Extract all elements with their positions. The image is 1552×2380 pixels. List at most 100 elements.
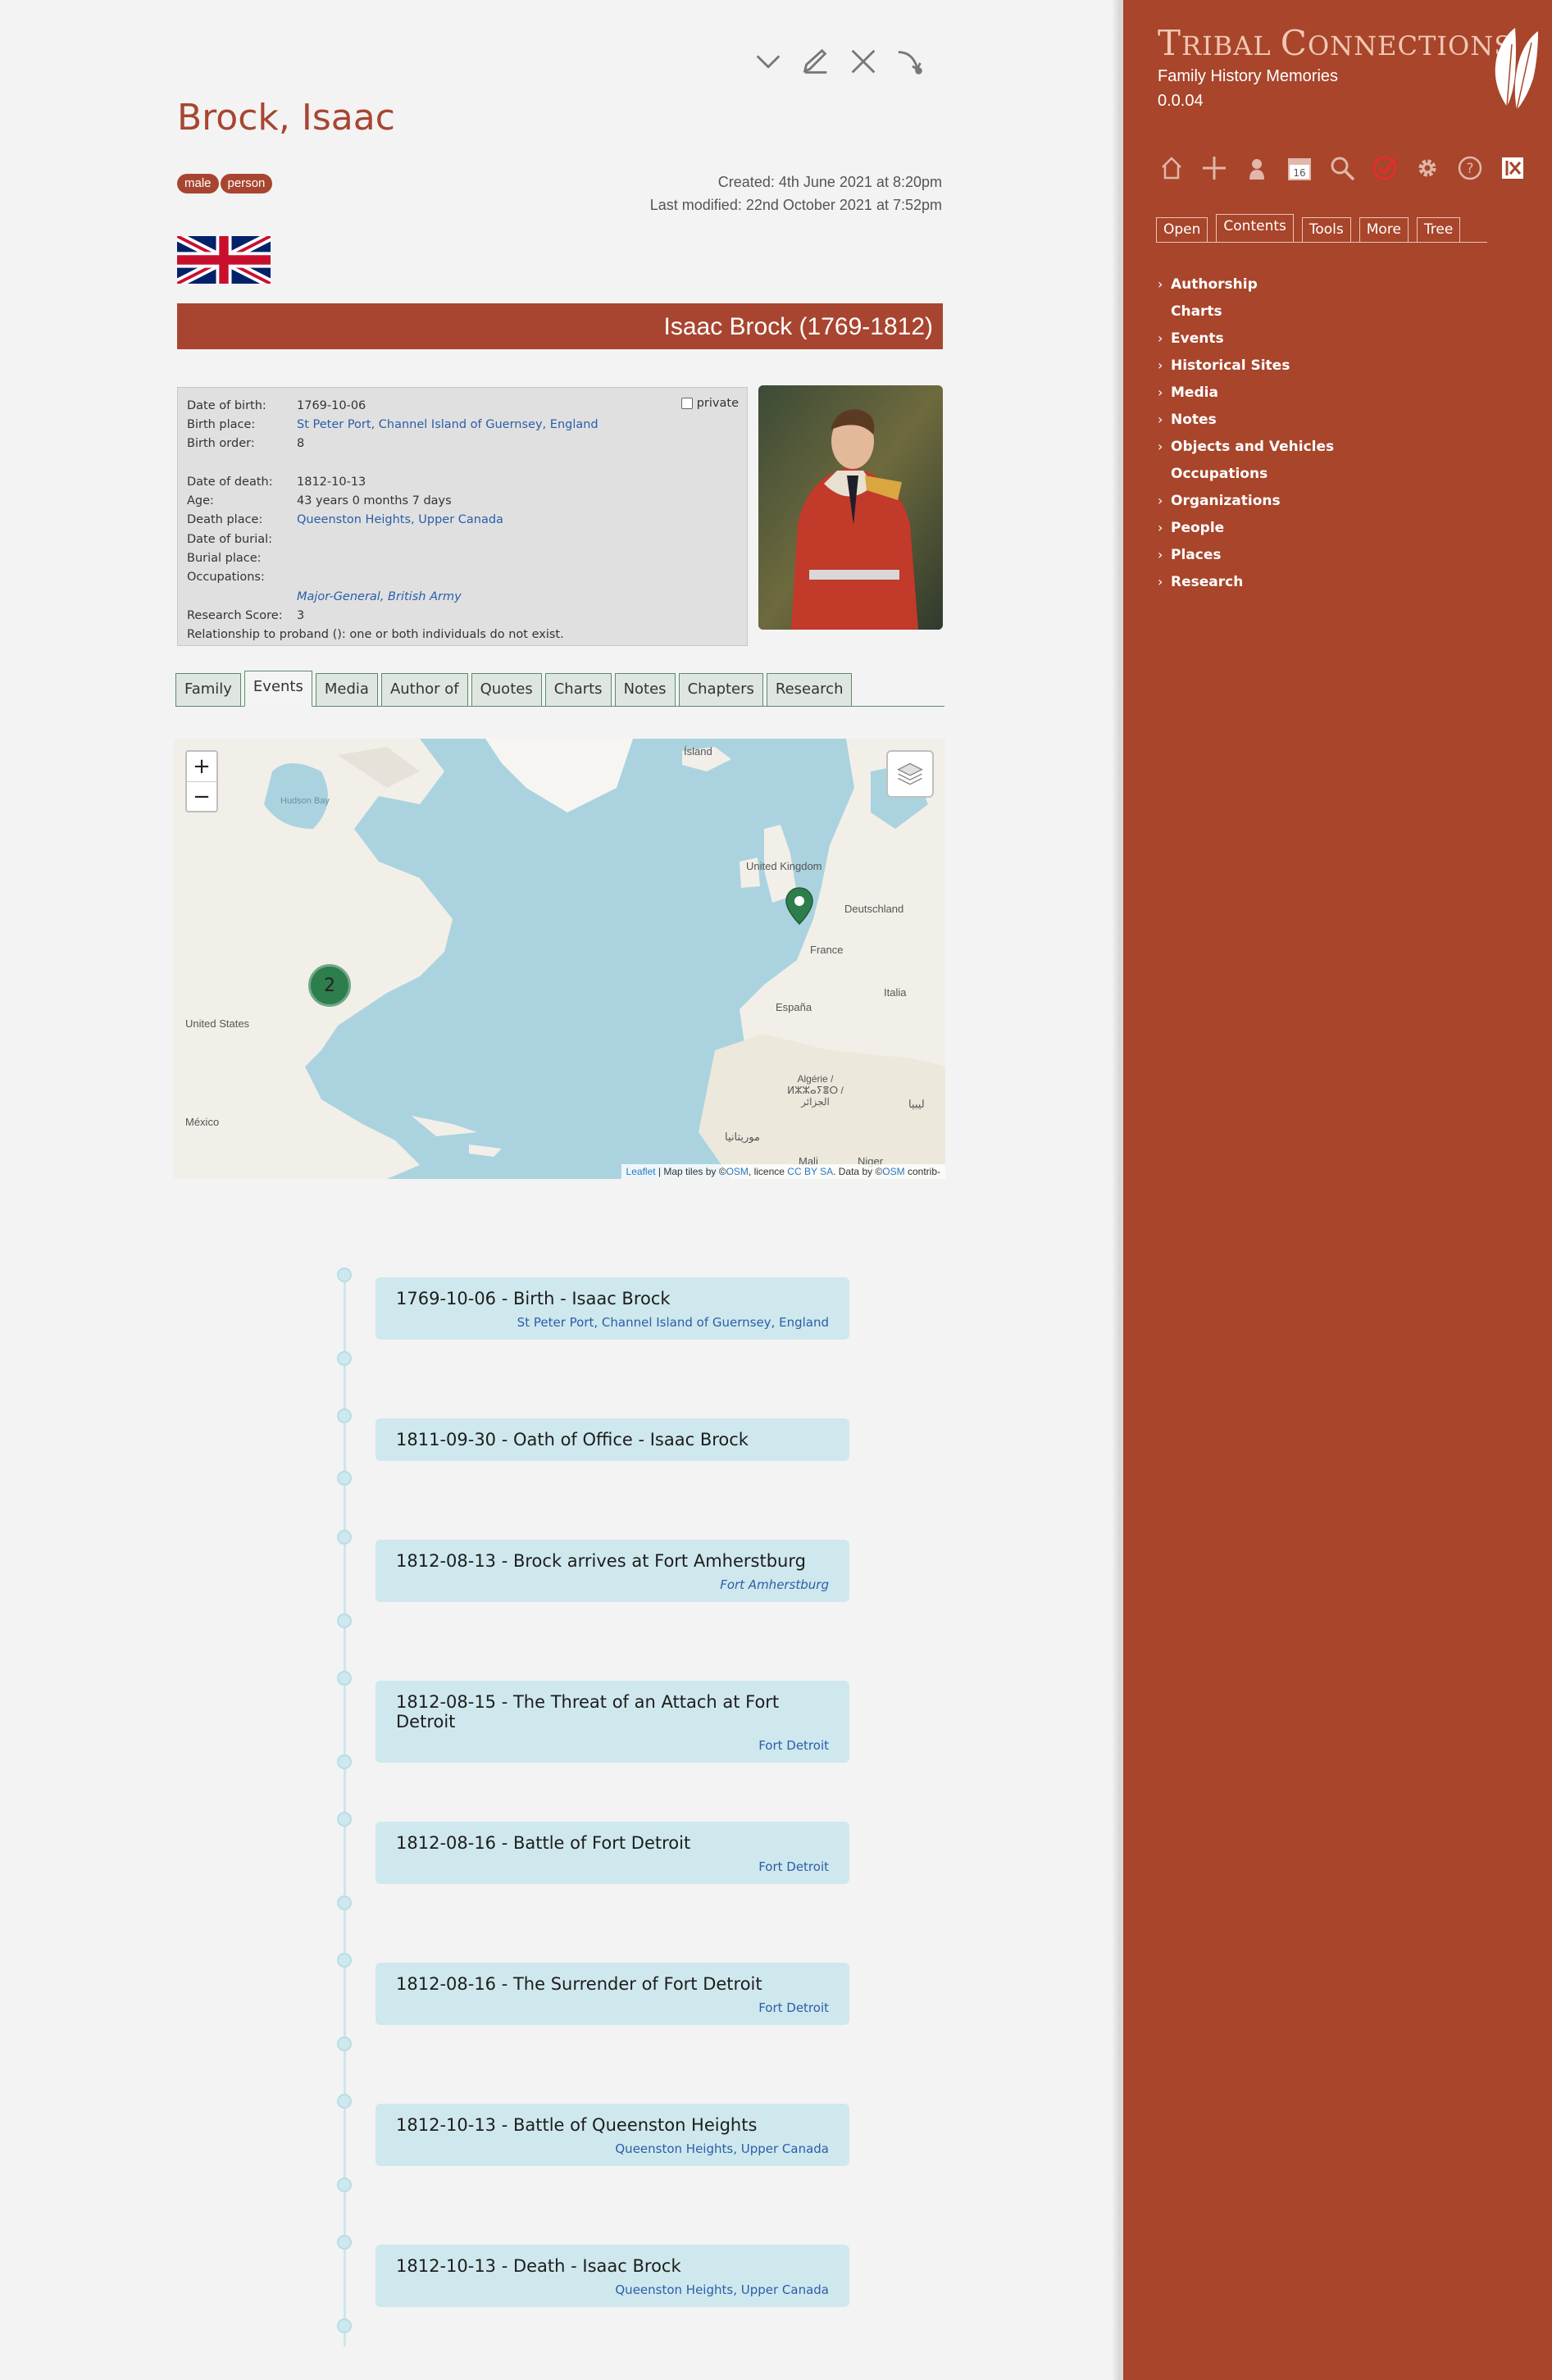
map-marker-icon[interactable] [785, 886, 814, 926]
tab-notes[interactable]: Notes [614, 673, 676, 706]
tree-item-label[interactable]: Charts [1171, 303, 1222, 320]
event-title[interactable]: 1812-08-16 - Battle of Fort Detroit [396, 1833, 829, 1853]
timeline-event[interactable]: 1812-08-16 - The Surrender of Fort Detro… [375, 1963, 849, 2025]
tree-item-authorship[interactable]: › Authorship [1158, 271, 1334, 298]
more-actions-button[interactable] [894, 45, 927, 78]
tab-quotes[interactable]: Quotes [471, 673, 542, 706]
tree-item-objects-vehicles[interactable]: › Objects and Vehicles [1158, 433, 1334, 460]
timeline-event[interactable]: 1812-10-13 - Death - Isaac Brock Queenst… [375, 2245, 849, 2307]
tab-events[interactable]: Events [243, 671, 312, 707]
event-title[interactable]: 1811-09-30 - Oath of Office - Isaac Broc… [396, 1430, 829, 1449]
chevron-right-icon[interactable]: › [1158, 439, 1171, 454]
deathplace-link[interactable]: Queenston Heights, Upper Canada [297, 513, 739, 526]
event-title[interactable]: 1812-10-13 - Death - Isaac Brock [396, 2256, 829, 2276]
occupation-link[interactable]: Major-General, British Army [297, 590, 739, 603]
tree-item-label[interactable]: Organizations [1171, 493, 1281, 509]
tab-research[interactable]: Research [766, 673, 853, 706]
event-title[interactable]: 1812-08-16 - The Surrender of Fort Detro… [396, 1974, 829, 1994]
timeline-event[interactable]: 1812-08-15 - The Threat of an Attach at … [375, 1681, 849, 1763]
osm-link[interactable]: OSM [726, 1166, 749, 1177]
tree-item-label[interactable]: Places [1171, 547, 1221, 563]
layers-button[interactable] [886, 750, 934, 798]
event-place-link[interactable]: Fort Detroit [396, 2000, 829, 2015]
tag-male[interactable]: male [177, 174, 219, 193]
marker-cluster[interactable]: 2 [308, 964, 351, 1007]
tree-item-label[interactable]: Authorship [1171, 276, 1258, 293]
portrait-image[interactable] [758, 385, 943, 630]
tab-chapters[interactable]: Chapters [678, 673, 763, 706]
private-checkbox[interactable] [680, 398, 693, 409]
tab-charts[interactable]: Charts [544, 673, 612, 706]
event-place-link[interactable]: St Peter Port, Channel Island of Guernse… [396, 1315, 829, 1330]
search-button[interactable] [1327, 152, 1358, 184]
birthplace-link[interactable]: St Peter Port, Channel Island of Guernse… [297, 418, 739, 431]
private-toggle[interactable]: private [680, 397, 739, 410]
sidebar-tab-tree[interactable]: Tree [1416, 217, 1461, 242]
fold-button[interactable] [752, 45, 785, 78]
tree-item-label[interactable]: Occupations [1171, 466, 1268, 482]
event-place-link[interactable]: Fort Amherstburg [396, 1577, 829, 1592]
event-place-link[interactable]: Fort Detroit [396, 1738, 829, 1753]
timeline-event[interactable]: 1812-08-16 - Battle of Fort Detroit Fort… [375, 1822, 849, 1884]
edit-button[interactable] [799, 45, 832, 78]
tree-item-historical-sites[interactable]: › Historical Sites [1158, 352, 1334, 379]
sidebar-tab-tools[interactable]: Tools [1301, 217, 1351, 242]
chevron-right-icon[interactable]: › [1158, 547, 1171, 562]
tab-media[interactable]: Media [315, 673, 378, 706]
tree-item-label[interactable]: Events [1171, 330, 1224, 347]
timeline-event[interactable]: 1769-10-06 - Birth - Isaac Brock St Pete… [375, 1277, 849, 1340]
tree-item-label[interactable]: Notes [1171, 412, 1217, 428]
close-all-button[interactable] [1497, 152, 1528, 184]
sidebar-tab-more[interactable]: More [1359, 217, 1409, 242]
tree-item-label[interactable]: Media [1171, 385, 1218, 401]
event-title[interactable]: 1812-08-13 - Brock arrives at Fort Amher… [396, 1551, 829, 1571]
close-button[interactable] [847, 45, 880, 78]
chevron-right-icon[interactable]: › [1158, 493, 1171, 508]
chevron-right-icon[interactable]: › [1158, 357, 1171, 373]
tree-item-organizations[interactable]: › Organizations [1158, 487, 1334, 514]
tag-person[interactable]: person [220, 174, 273, 193]
event-place-link[interactable]: Fort Detroit [396, 1859, 829, 1874]
tab-author-of[interactable]: Author of [380, 673, 468, 706]
tree-item-label[interactable]: Historical Sites [1171, 357, 1290, 374]
home-button[interactable] [1156, 152, 1187, 184]
sidebar-tab-open[interactable]: Open [1156, 217, 1208, 242]
new-person-button[interactable] [1241, 152, 1272, 184]
tree-item-places[interactable]: › Places [1158, 541, 1334, 568]
leaflet-link[interactable]: Leaflet [626, 1166, 656, 1177]
tree-item-notes[interactable]: › Notes [1158, 406, 1334, 433]
tree-item-people[interactable]: › People [1158, 514, 1334, 541]
settings-button[interactable] [1412, 152, 1443, 184]
tab-family[interactable]: Family [175, 673, 241, 706]
tree-item-label[interactable]: People [1171, 520, 1224, 536]
sidebar-tab-contents[interactable]: Contents [1216, 214, 1294, 242]
app-title[interactable]: TRIBAL CONNECTIONS [1158, 23, 1513, 63]
event-title[interactable]: 1812-10-13 - Battle of Queenston Heights [396, 2115, 829, 2135]
timeline-event[interactable]: 1811-09-30 - Oath of Office - Isaac Broc… [375, 1418, 849, 1461]
calendar-button[interactable]: 16 [1284, 152, 1315, 184]
new-tiddler-button[interactable] [1199, 152, 1230, 184]
tree-item-label[interactable]: Objects and Vehicles [1171, 439, 1334, 455]
osm-data-link[interactable]: OSM [882, 1166, 904, 1177]
tree-item-events[interactable]: › Events [1158, 325, 1334, 352]
event-title[interactable]: 1812-08-15 - The Threat of an Attach at … [396, 1692, 829, 1732]
tree-item-label[interactable]: Research [1171, 574, 1243, 590]
help-button[interactable]: ? [1454, 152, 1486, 184]
event-place-link[interactable]: Queenston Heights, Upper Canada [396, 2282, 829, 2297]
event-place-link[interactable]: Queenston Heights, Upper Canada [396, 2141, 829, 2156]
chevron-right-icon[interactable]: › [1158, 385, 1171, 400]
tree-item-media[interactable]: › Media [1158, 379, 1334, 406]
timeline-event[interactable]: 1812-10-13 - Battle of Queenston Heights… [375, 2104, 849, 2166]
tree-item-occupations[interactable]: Occupations [1158, 460, 1334, 487]
chevron-right-icon[interactable]: › [1158, 574, 1171, 589]
zoom-in-button[interactable]: + [187, 752, 216, 781]
event-title[interactable]: 1769-10-06 - Birth - Isaac Brock [396, 1289, 829, 1308]
chevron-right-icon[interactable]: › [1158, 412, 1171, 427]
chevron-right-icon[interactable]: › [1158, 330, 1171, 346]
events-map[interactable]: Ísland Hudson Bay United Kingdom Deutsch… [174, 739, 945, 1179]
chevron-right-icon[interactable]: › [1158, 520, 1171, 535]
timeline-event[interactable]: 1812-08-13 - Brock arrives at Fort Amher… [375, 1540, 849, 1602]
tree-item-research[interactable]: › Research [1158, 568, 1334, 595]
save-status-button[interactable] [1369, 152, 1400, 184]
zoom-out-button[interactable]: − [187, 781, 216, 811]
